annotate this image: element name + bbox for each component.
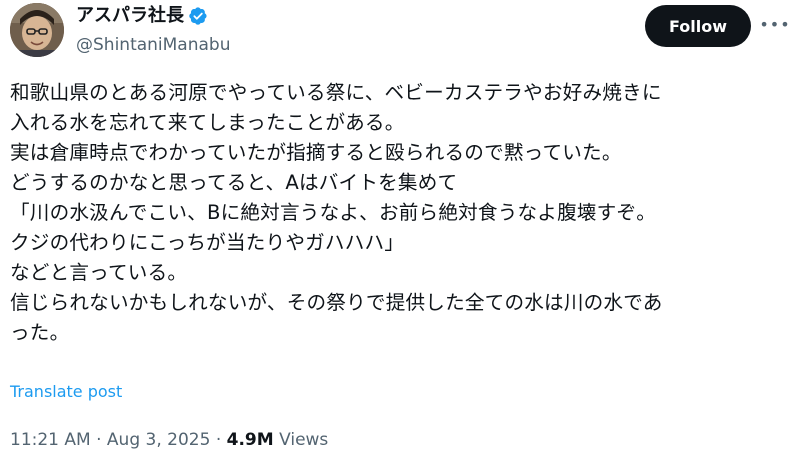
verified-badge-icon[interactable]: [188, 6, 208, 26]
follow-button[interactable]: Follow: [645, 5, 751, 47]
tweet-metadata: 11:21 AM · Aug 3, 2025 · 4.9M Views: [10, 428, 328, 452]
tweet-text-line: どうするのかなと思ってると、Aはバイトを集めて: [10, 171, 458, 194]
more-options-button[interactable]: •••: [759, 10, 791, 40]
tweet-text: 和歌山県のとある河原でやっている祭に、ベビーカステラやお好み焼きに 入れる水を忘…: [10, 78, 790, 348]
tweet-text-line: 入れる水を忘れて来てしまったことがある。: [10, 111, 405, 134]
more-horizontal-icon: •••: [759, 15, 791, 34]
avatar-photo: [10, 3, 64, 57]
tweet-header: アスパラ社長 @ShintaniManabu Follow •••: [0, 0, 791, 64]
translate-post-link[interactable]: Translate post: [10, 380, 122, 404]
views-count[interactable]: 4.9M: [227, 430, 274, 450]
tweet-text-line: 和歌山県のとある河原でやっている祭に、ベビーカステラやお好み焼きに: [10, 81, 662, 104]
views-label: Views: [273, 430, 329, 450]
tweet-text-line: 信じられないかもしれないが、その祭りで提供した全ての水は川の水であ: [10, 291, 663, 314]
avatar[interactable]: [10, 3, 64, 57]
post-time[interactable]: 11:21 AM: [10, 430, 91, 450]
separator: ·: [90, 430, 107, 450]
tweet-text-line: 実は倉庫時点でわかっていたが指摘すると殴られるので黙っていた。: [10, 141, 622, 164]
author-name-row: アスパラ社長: [76, 3, 208, 29]
separator: ·: [210, 430, 227, 450]
tweet-text-line: った。: [10, 321, 70, 344]
post-date[interactable]: Aug 3, 2025: [107, 430, 211, 450]
tweet-text-line: 「川の水汲んでこい、Bに絶対言うなよ、お前ら絶対食うなよ腹壊すぞ。: [10, 201, 657, 224]
author-handle[interactable]: @ShintaniManabu: [76, 33, 231, 57]
tweet-text-line: などと言っている。: [10, 261, 188, 284]
display-name[interactable]: アスパラ社長: [76, 3, 184, 29]
tweet-text-line: クジの代わりにこっちが当たりやガハハハ」: [10, 231, 405, 254]
